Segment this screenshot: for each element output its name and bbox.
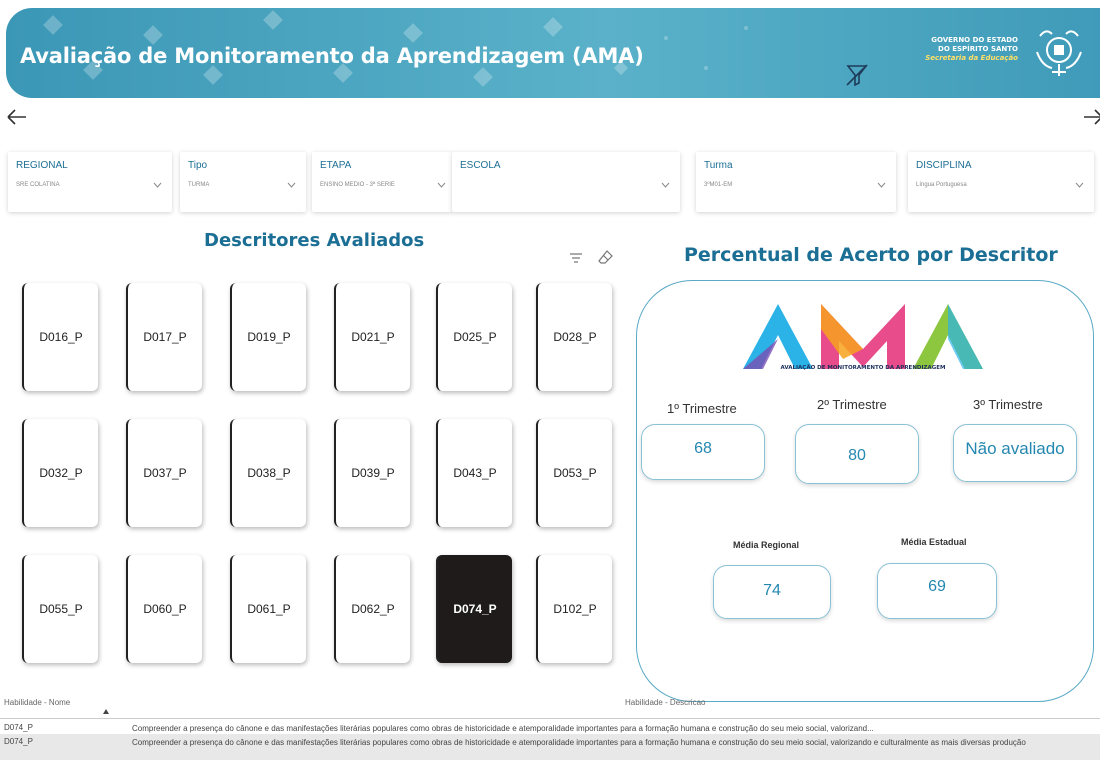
filter-value: 3ºM01-EM bbox=[704, 182, 733, 188]
header-divider bbox=[0, 718, 1100, 719]
descritor-card-d061_p[interactable]: D061_P bbox=[230, 555, 306, 663]
filter-label: Turma bbox=[704, 160, 733, 171]
filter-turma[interactable]: Turma 3ºM01-EM bbox=[696, 152, 896, 212]
filter-value: SRE COLATINA bbox=[16, 182, 60, 188]
col-header-nome[interactable]: Habilidade - Nome bbox=[4, 698, 70, 707]
descritor-card-d102_p[interactable]: D102_P bbox=[536, 555, 612, 663]
table-row[interactable]: D074_P Compreender a presença do cânone … bbox=[0, 734, 1100, 760]
trimestre-3-label: 3º Trimestre bbox=[973, 397, 1043, 412]
filter-label: DISCIPLINA bbox=[916, 160, 972, 171]
cell-nome: D074_P bbox=[4, 737, 33, 746]
descritor-card-d019_p[interactable]: D019_P bbox=[230, 283, 306, 391]
clear-filters-icon[interactable] bbox=[842, 60, 872, 90]
filter-tipo[interactable]: Tipo TURMA bbox=[180, 152, 306, 212]
habilidades-table: Habilidade - Nome Habilidade - Descricao… bbox=[0, 694, 1100, 765]
chevron-down-icon bbox=[1075, 182, 1084, 188]
trimestre-2-label: 2º Trimestre bbox=[817, 397, 887, 412]
ama-logo-subtitle: AVALIAÇÃO DE MONITORAMENTO DA APRENDIZAG… bbox=[780, 365, 946, 371]
descritor-card-d055_p[interactable]: D055_P bbox=[22, 555, 98, 663]
descritor-card-d037_p[interactable]: D037_P bbox=[126, 419, 202, 527]
ama-logo bbox=[743, 304, 983, 369]
descritor-card-d038_p[interactable]: D038_P bbox=[230, 419, 306, 527]
filter-regional[interactable]: REGIONAL SRE COLATINA bbox=[8, 152, 172, 212]
dashboard: Avaliação de Monitoramento da Aprendizag… bbox=[0, 0, 1100, 765]
descritor-card-d028_p[interactable]: D028_P bbox=[536, 283, 612, 391]
arrow-left-icon[interactable] bbox=[4, 104, 30, 130]
percentual-panel: AVALIAÇÃO DE MONITORAMENTO DA APRENDIZAG… bbox=[636, 280, 1094, 702]
media-estadual-label: Média Estadual bbox=[901, 537, 967, 547]
state-crest-icon bbox=[1036, 30, 1082, 76]
arrow-right-icon[interactable] bbox=[1080, 104, 1100, 130]
media-estadual-value: 69 bbox=[877, 563, 997, 619]
media-regional-label: Média Regional bbox=[733, 540, 800, 550]
cell-nome: D074_P bbox=[4, 723, 33, 732]
cell-descricao: Compreender a presença do cânone e das m… bbox=[132, 738, 1026, 747]
chevron-down-icon bbox=[877, 182, 886, 188]
descritor-card-d021_p[interactable]: D021_P bbox=[334, 283, 410, 391]
filter-disciplina[interactable]: DISCIPLINA Língua Portuguesa bbox=[908, 152, 1094, 212]
descritor-card-d053_p[interactable]: D053_P bbox=[536, 419, 612, 527]
page-title: Avaliação de Monitoramento da Aprendizag… bbox=[20, 44, 644, 68]
descritor-card-d062_p[interactable]: D062_P bbox=[334, 555, 410, 663]
descritor-card-d017_p[interactable]: D017_P bbox=[126, 283, 202, 391]
percentual-title: Percentual de Acerto por Descritor bbox=[684, 244, 1058, 266]
media-regional-value: 74 bbox=[713, 565, 831, 619]
chevron-down-icon bbox=[437, 182, 446, 188]
filter-label: ETAPA bbox=[320, 160, 352, 171]
trimestre-3-value: Não avaliado bbox=[953, 424, 1077, 482]
filter-label: ESCOLA bbox=[460, 160, 501, 171]
descritor-card-d074_p[interactable]: D074_P bbox=[436, 555, 512, 663]
gov-line-2: DO ESPÍRITO SANTO bbox=[938, 45, 1018, 53]
descritor-card-d060_p[interactable]: D060_P bbox=[126, 555, 202, 663]
filter-icon[interactable] bbox=[568, 250, 584, 266]
chevron-down-icon bbox=[661, 182, 670, 188]
gov-line-3: Secretaria da Educação bbox=[925, 54, 1018, 62]
descritor-card-d025_p[interactable]: D025_P bbox=[436, 283, 512, 391]
filter-value: TURMA bbox=[188, 182, 210, 188]
chevron-down-icon bbox=[287, 182, 296, 188]
sort-asc-icon[interactable] bbox=[103, 709, 109, 714]
descritor-card-d043_p[interactable]: D043_P bbox=[436, 419, 512, 527]
descritor-card-d032_p[interactable]: D032_P bbox=[22, 419, 98, 527]
header-banner: Avaliação de Monitoramento da Aprendizag… bbox=[6, 8, 1100, 98]
col-header-descricao[interactable]: Habilidade - Descricao bbox=[625, 698, 705, 707]
filter-value: Língua Portuguesa bbox=[916, 182, 967, 188]
trimestre-1-label: 1º Trimestre bbox=[667, 401, 737, 416]
descritor-card-d039_p[interactable]: D039_P bbox=[334, 419, 410, 527]
gov-text: GOVERNO DO ESTADO DO ESPÍRITO SANTO Secr… bbox=[925, 36, 1018, 63]
gov-line-1: GOVERNO DO ESTADO bbox=[931, 36, 1018, 44]
filter-value: ENSINO MEDIO - 3ª SERIE bbox=[320, 182, 395, 188]
table-row[interactable]: D074_P Compreender a presença do cânone … bbox=[0, 720, 1100, 734]
cell-descricao: Compreender a presença do cânone e das m… bbox=[132, 724, 874, 733]
eraser-icon[interactable] bbox=[598, 249, 614, 265]
descritor-card-d016_p[interactable]: D016_P bbox=[22, 283, 98, 391]
filter-label: REGIONAL bbox=[16, 160, 68, 171]
filter-etapa[interactable]: ETAPA ENSINO MEDIO - 3ª SERIE bbox=[312, 152, 452, 212]
trimestre-1-value: 68 bbox=[641, 424, 765, 480]
filter-escola[interactable]: ESCOLA bbox=[452, 152, 680, 212]
trimestre-2-value: 80 bbox=[795, 424, 919, 484]
chevron-down-icon bbox=[153, 182, 162, 188]
filter-label: Tipo bbox=[188, 160, 208, 171]
descritores-title: Descritores Avaliados bbox=[204, 230, 425, 251]
